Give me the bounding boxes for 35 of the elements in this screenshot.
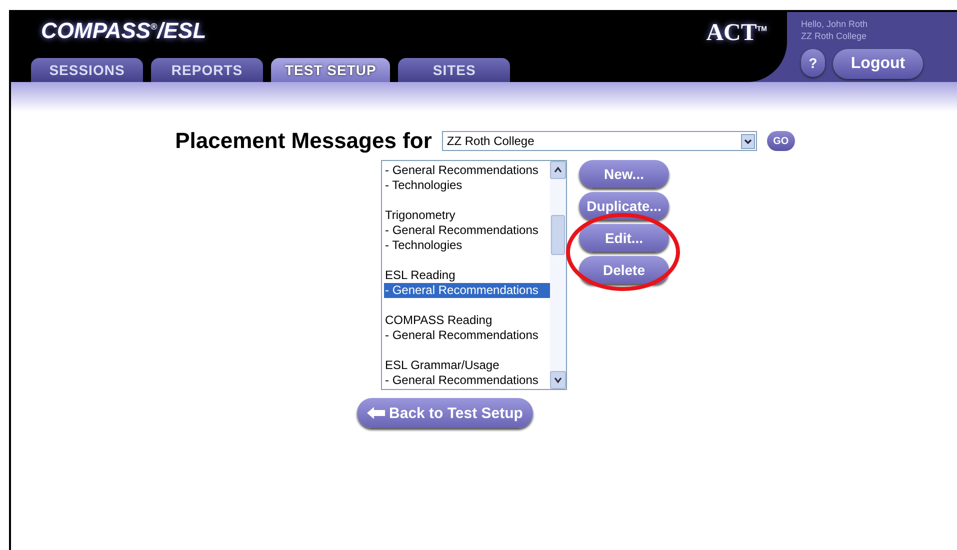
institution-text: ZZ Roth College	[801, 30, 868, 42]
greeting-text: Hello, John Roth	[801, 18, 869, 30]
back-button[interactable]: Back to Test Setup	[357, 398, 533, 428]
nav-tab[interactable]: SITES	[398, 58, 510, 82]
messages-listbox[interactable]	[381, 160, 567, 390]
list-item[interactable]: ESL Reading	[384, 268, 550, 283]
list-item[interactable]: - General Recommendations	[384, 163, 550, 178]
college-select[interactable]: ZZ Roth College	[442, 131, 757, 151]
action-button[interactable]: Delete	[579, 256, 669, 284]
nav-tab[interactable]: REPORTS	[151, 58, 263, 82]
nav-tab[interactable]: SESSIONS	[31, 58, 143, 82]
scrollbar[interactable]	[550, 161, 566, 389]
action-button[interactable]: New...	[579, 160, 669, 188]
scroll-up-icon[interactable]	[553, 166, 563, 174]
list-item[interactable]: Trigonometry	[384, 208, 550, 223]
list-item[interactable]: - General Recommendations	[384, 283, 550, 298]
scroll-down-icon[interactable]	[553, 376, 563, 384]
nav-tab[interactable]: TEST SETUP	[271, 58, 390, 82]
logout-button[interactable]: Logout	[833, 49, 923, 79]
help-button[interactable]: ?	[801, 49, 825, 77]
action-button[interactable]: Duplicate...	[579, 192, 669, 220]
list-item[interactable]: - Technologies	[384, 178, 550, 193]
brand-logo: ACT$^{TM}$	[706, 20, 767, 47]
list-item[interactable]: - Technologies	[384, 238, 550, 253]
list-item[interactable]: - General Recommendations	[384, 328, 550, 343]
page-heading: Placement Messages for	[175, 128, 432, 154]
arrow-left-icon	[367, 407, 386, 419]
list-item[interactable]: - General Recommendations	[384, 373, 550, 388]
action-button[interactable]: Edit...	[579, 224, 669, 252]
go-button[interactable]: GO	[766, 131, 795, 151]
list-item[interactable]: - General Recommendations	[384, 223, 550, 238]
list-item[interactable]: COMPASS Reading	[384, 313, 550, 328]
list-item[interactable]: ESL Grammar/Usage	[384, 358, 550, 373]
product-logo: COMPASS$^{®}$/ESL	[41, 18, 206, 44]
scroll-thumb[interactable]	[551, 215, 565, 255]
